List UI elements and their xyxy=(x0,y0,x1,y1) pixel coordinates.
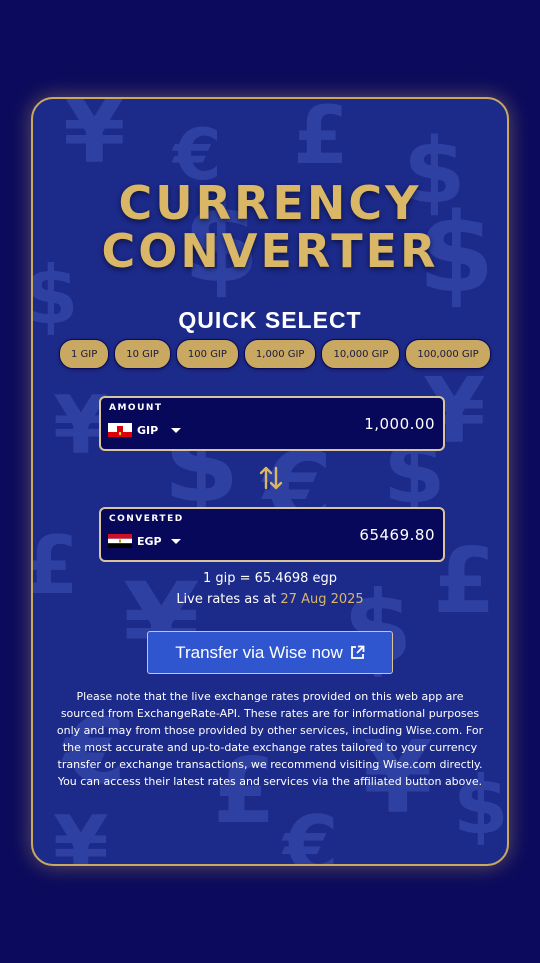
egypt-flag-icon xyxy=(108,534,132,548)
converted-label: CONVERTED xyxy=(109,514,184,524)
chevron-down-icon xyxy=(171,427,181,433)
page-title: CURRENCY CONVERTER xyxy=(33,179,507,275)
gibraltar-flag-icon xyxy=(108,423,132,437)
external-link-icon xyxy=(350,645,365,659)
quick-select-100000[interactable]: 100,000 GIP xyxy=(405,339,491,369)
amount-input[interactable]: 1,000.00 xyxy=(364,415,435,433)
disclaimer-line: transfer or exchange transactions, we re… xyxy=(57,758,483,771)
quick-select-10000[interactable]: 10,000 GIP xyxy=(321,339,401,369)
to-currency-code: EGP xyxy=(137,534,162,548)
live-rates-date: 27 Aug 2025 xyxy=(280,592,364,607)
disclaimer-text: Please note that the live exchange rates… xyxy=(55,688,485,790)
exchange-rate-text: 1 gip = 65.4698 egp xyxy=(202,571,338,586)
amount-field: AMOUNT GIP 1,000.00 xyxy=(99,396,445,451)
converter-card: ¥ € £ $ $ $ $ ¥ ¥ $ € $ £ £ ¥ $ € £ ¥ $ … xyxy=(31,97,509,866)
converted-field: CONVERTED EGP 65469.80 xyxy=(99,507,445,562)
quick-select-row: 1 GIP 10 GIP 100 GIP 1,000 GIP 10,000 GI… xyxy=(59,339,491,369)
disclaimer-line: the most accurate and up-to-date exchang… xyxy=(62,741,478,754)
title-line-2: CONVERTER xyxy=(101,224,439,278)
quick-select-10[interactable]: 10 GIP xyxy=(114,339,171,369)
quick-select-1[interactable]: 1 GIP xyxy=(59,339,110,369)
converted-output: 65469.80 xyxy=(359,526,435,544)
to-currency-select[interactable]: EGP xyxy=(108,531,181,551)
transfer-via-wise-label: Transfer via Wise now xyxy=(175,642,343,662)
chevron-down-icon xyxy=(171,538,181,544)
swap-icon[interactable] xyxy=(258,464,284,492)
quick-select-1000[interactable]: 1,000 GIP xyxy=(243,339,317,369)
amount-label: AMOUNT xyxy=(109,403,163,413)
disclaimer-line: sourced from ExchangeRate-API. These rat… xyxy=(60,707,480,720)
disclaimer-line: You can access their latest rates and se… xyxy=(57,775,483,788)
from-currency-select[interactable]: GIP xyxy=(108,420,181,440)
quick-select-heading: QUICK SELECT xyxy=(178,307,362,333)
live-rates-prefix: Live rates as at xyxy=(176,592,277,607)
title-line-1: CURRENCY xyxy=(118,176,422,230)
disclaimer-line: Please note that the live exchange rates… xyxy=(76,690,464,703)
transfer-via-wise-button[interactable]: Transfer via Wise now xyxy=(147,631,393,674)
page: ¥ € £ $ $ $ $ ¥ ¥ $ € $ £ £ ¥ $ € £ ¥ $ … xyxy=(0,0,540,963)
from-currency-code: GIP xyxy=(137,423,159,437)
disclaimer-line: only and may from those provided by othe… xyxy=(56,724,484,737)
live-rates-line: Live rates as at 27 Aug 2025 xyxy=(33,592,507,607)
quick-select-100[interactable]: 100 GIP xyxy=(175,339,239,369)
